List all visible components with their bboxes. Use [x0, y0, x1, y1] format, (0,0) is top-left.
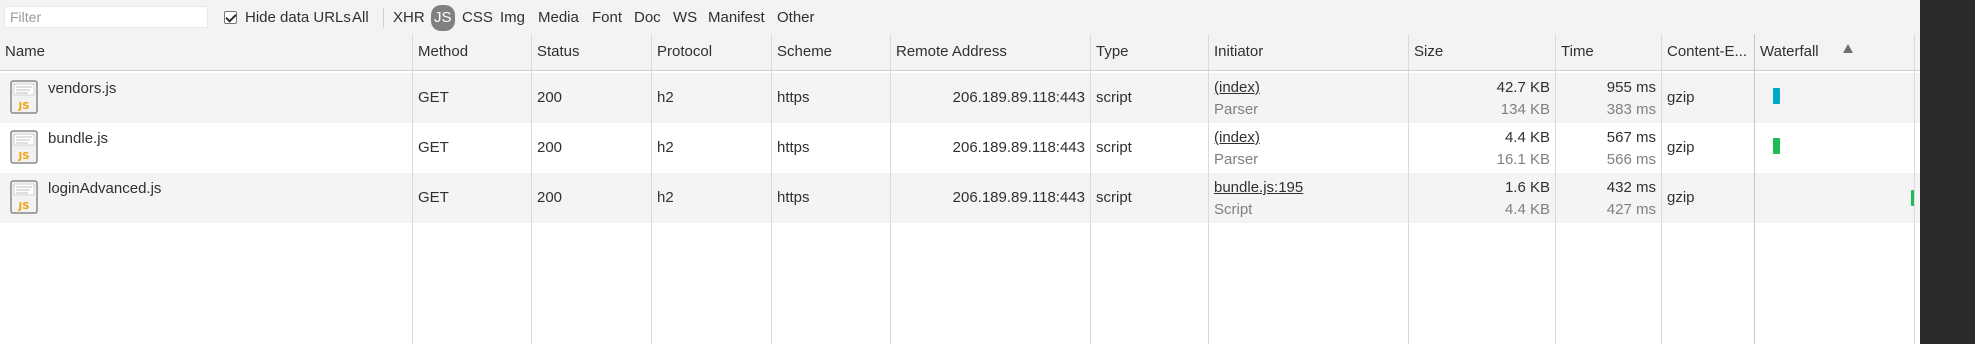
request-initiator-link[interactable]: bundle.js:195: [1214, 179, 1303, 196]
column-divider[interactable]: [890, 34, 891, 344]
request-type: script: [1096, 89, 1132, 106]
request-latency: 427 ms: [1606, 201, 1656, 218]
js-file-icon: JS: [10, 130, 38, 164]
column-header-method[interactable]: Method: [413, 34, 531, 70]
column-header-time[interactable]: Time: [1556, 34, 1661, 70]
filter-all[interactable]: All: [352, 8, 369, 28]
sort-ascending-icon[interactable]: [1843, 44, 1853, 53]
window-edge: [1920, 0, 1975, 344]
request-initiator-type: Script: [1214, 201, 1253, 218]
hide-data-urls-checkbox[interactable]: [224, 10, 237, 24]
request-remote-address: 206.189.89.118:443: [952, 139, 1085, 156]
request-protocol: h2: [657, 89, 674, 106]
request-content-encoding: gzip: [1667, 189, 1695, 206]
svg-text:JS: JS: [18, 101, 30, 112]
waterfall-bar[interactable]: [1773, 88, 1780, 104]
request-remote-address: 206.189.89.118:443: [952, 189, 1085, 206]
request-latency: 566 ms: [1606, 151, 1656, 168]
filter-doc[interactable]: Doc: [634, 8, 661, 28]
request-method: GET: [418, 139, 449, 156]
hide-data-urls-label: Hide data URLs: [245, 8, 351, 26]
column-header-type[interactable]: Type: [1091, 34, 1208, 70]
column-divider: [1914, 34, 1915, 344]
waterfall-bar[interactable]: [1773, 138, 1780, 154]
request-name[interactable]: loginAdvanced.js: [48, 180, 161, 197]
hide-data-urls-toggle[interactable]: Hide data URLs: [224, 8, 351, 26]
filter-css[interactable]: CSS: [462, 8, 493, 28]
svg-text:JS: JS: [18, 201, 30, 212]
request-status: 200: [537, 139, 563, 156]
filter-font[interactable]: Font: [592, 8, 622, 28]
request-initiator-type: Parser: [1214, 151, 1259, 168]
column-header-content-encoding[interactable]: Content-E...: [1662, 34, 1754, 70]
request-transfer-size: 42.7 KB: [1496, 79, 1550, 96]
request-initiator-type: Parser: [1214, 101, 1259, 118]
column-header-remote-address[interactable]: Remote Address: [891, 34, 1090, 70]
column-divider[interactable]: [651, 34, 652, 344]
request-transfer-size: 1.6 KB: [1504, 179, 1550, 196]
column-divider[interactable]: [1754, 34, 1755, 344]
request-type: script: [1096, 139, 1132, 156]
column-divider[interactable]: [1408, 34, 1409, 344]
request-transfer-size: 4.4 KB: [1504, 129, 1550, 146]
request-type: script: [1096, 189, 1132, 206]
request-name[interactable]: vendors.js: [48, 80, 116, 97]
request-content-encoding: gzip: [1667, 139, 1695, 156]
request-content-encoding: gzip: [1667, 89, 1695, 106]
request-scheme: https: [777, 139, 810, 156]
column-header-protocol[interactable]: Protocol: [652, 34, 771, 70]
svg-text:JS: JS: [18, 151, 30, 162]
column-divider[interactable]: [412, 34, 413, 344]
request-protocol: h2: [657, 139, 674, 156]
js-file-icon: JS: [10, 80, 38, 114]
request-time: 567 ms: [1606, 129, 1656, 146]
column-divider[interactable]: [1090, 34, 1091, 344]
column-header-status[interactable]: Status: [532, 34, 651, 70]
request-resource-size: 4.4 KB: [1504, 201, 1550, 218]
column-divider[interactable]: [1208, 34, 1209, 344]
column-divider[interactable]: [771, 34, 772, 344]
column-divider[interactable]: [1555, 34, 1556, 344]
request-method: GET: [418, 189, 449, 206]
js-file-icon: JS: [10, 180, 38, 214]
network-toolbar: Hide data URLs All XHR JS CSS Img Media …: [0, 0, 1920, 35]
filter-media[interactable]: Media: [538, 8, 579, 28]
filter-js[interactable]: JS: [431, 5, 455, 31]
request-protocol: h2: [657, 189, 674, 206]
filter-img[interactable]: Img: [500, 8, 525, 28]
column-header-size[interactable]: Size: [1409, 34, 1555, 70]
request-status: 200: [537, 89, 563, 106]
network-panel: Hide data URLs All XHR JS CSS Img Media …: [0, 0, 1920, 344]
filter-manifest[interactable]: Manifest: [708, 8, 765, 28]
table-header: Name Method Status Protocol Scheme Remot…: [0, 34, 1920, 71]
table-row[interactable]: JS loginAdvanced.js GET 200 h2 https 206…: [0, 173, 1920, 223]
request-name[interactable]: bundle.js: [48, 130, 108, 147]
table-row[interactable]: JS vendors.js GET 200 h2 https 206.189.8…: [0, 73, 1920, 123]
request-scheme: https: [777, 89, 810, 106]
table-row[interactable]: JS bundle.js GET 200 h2 https 206.189.89…: [0, 123, 1920, 173]
filter-ws[interactable]: WS: [673, 8, 697, 28]
request-scheme: https: [777, 189, 810, 206]
request-latency: 383 ms: [1606, 101, 1656, 118]
request-status: 200: [537, 189, 563, 206]
filter-other[interactable]: Other: [777, 8, 815, 28]
toolbar-divider: [383, 8, 384, 28]
column-header-scheme[interactable]: Scheme: [772, 34, 890, 70]
request-time: 955 ms: [1606, 79, 1656, 96]
column-divider[interactable]: [1661, 34, 1662, 344]
request-time: 432 ms: [1606, 179, 1656, 196]
request-resource-size: 134 KB: [1500, 101, 1550, 118]
request-initiator-link[interactable]: (index): [1214, 79, 1260, 96]
request-initiator-link[interactable]: (index): [1214, 129, 1260, 146]
request-resource-size: 16.1 KB: [1496, 151, 1550, 168]
column-header-name[interactable]: Name: [0, 34, 412, 70]
column-header-waterfall[interactable]: Waterfall: [1755, 34, 1920, 70]
column-header-initiator[interactable]: Initiator: [1209, 34, 1408, 70]
request-remote-address: 206.189.89.118:443: [952, 89, 1085, 106]
filter-input[interactable]: [4, 6, 208, 28]
column-divider[interactable]: [531, 34, 532, 344]
filter-xhr[interactable]: XHR: [393, 8, 425, 28]
request-method: GET: [418, 89, 449, 106]
